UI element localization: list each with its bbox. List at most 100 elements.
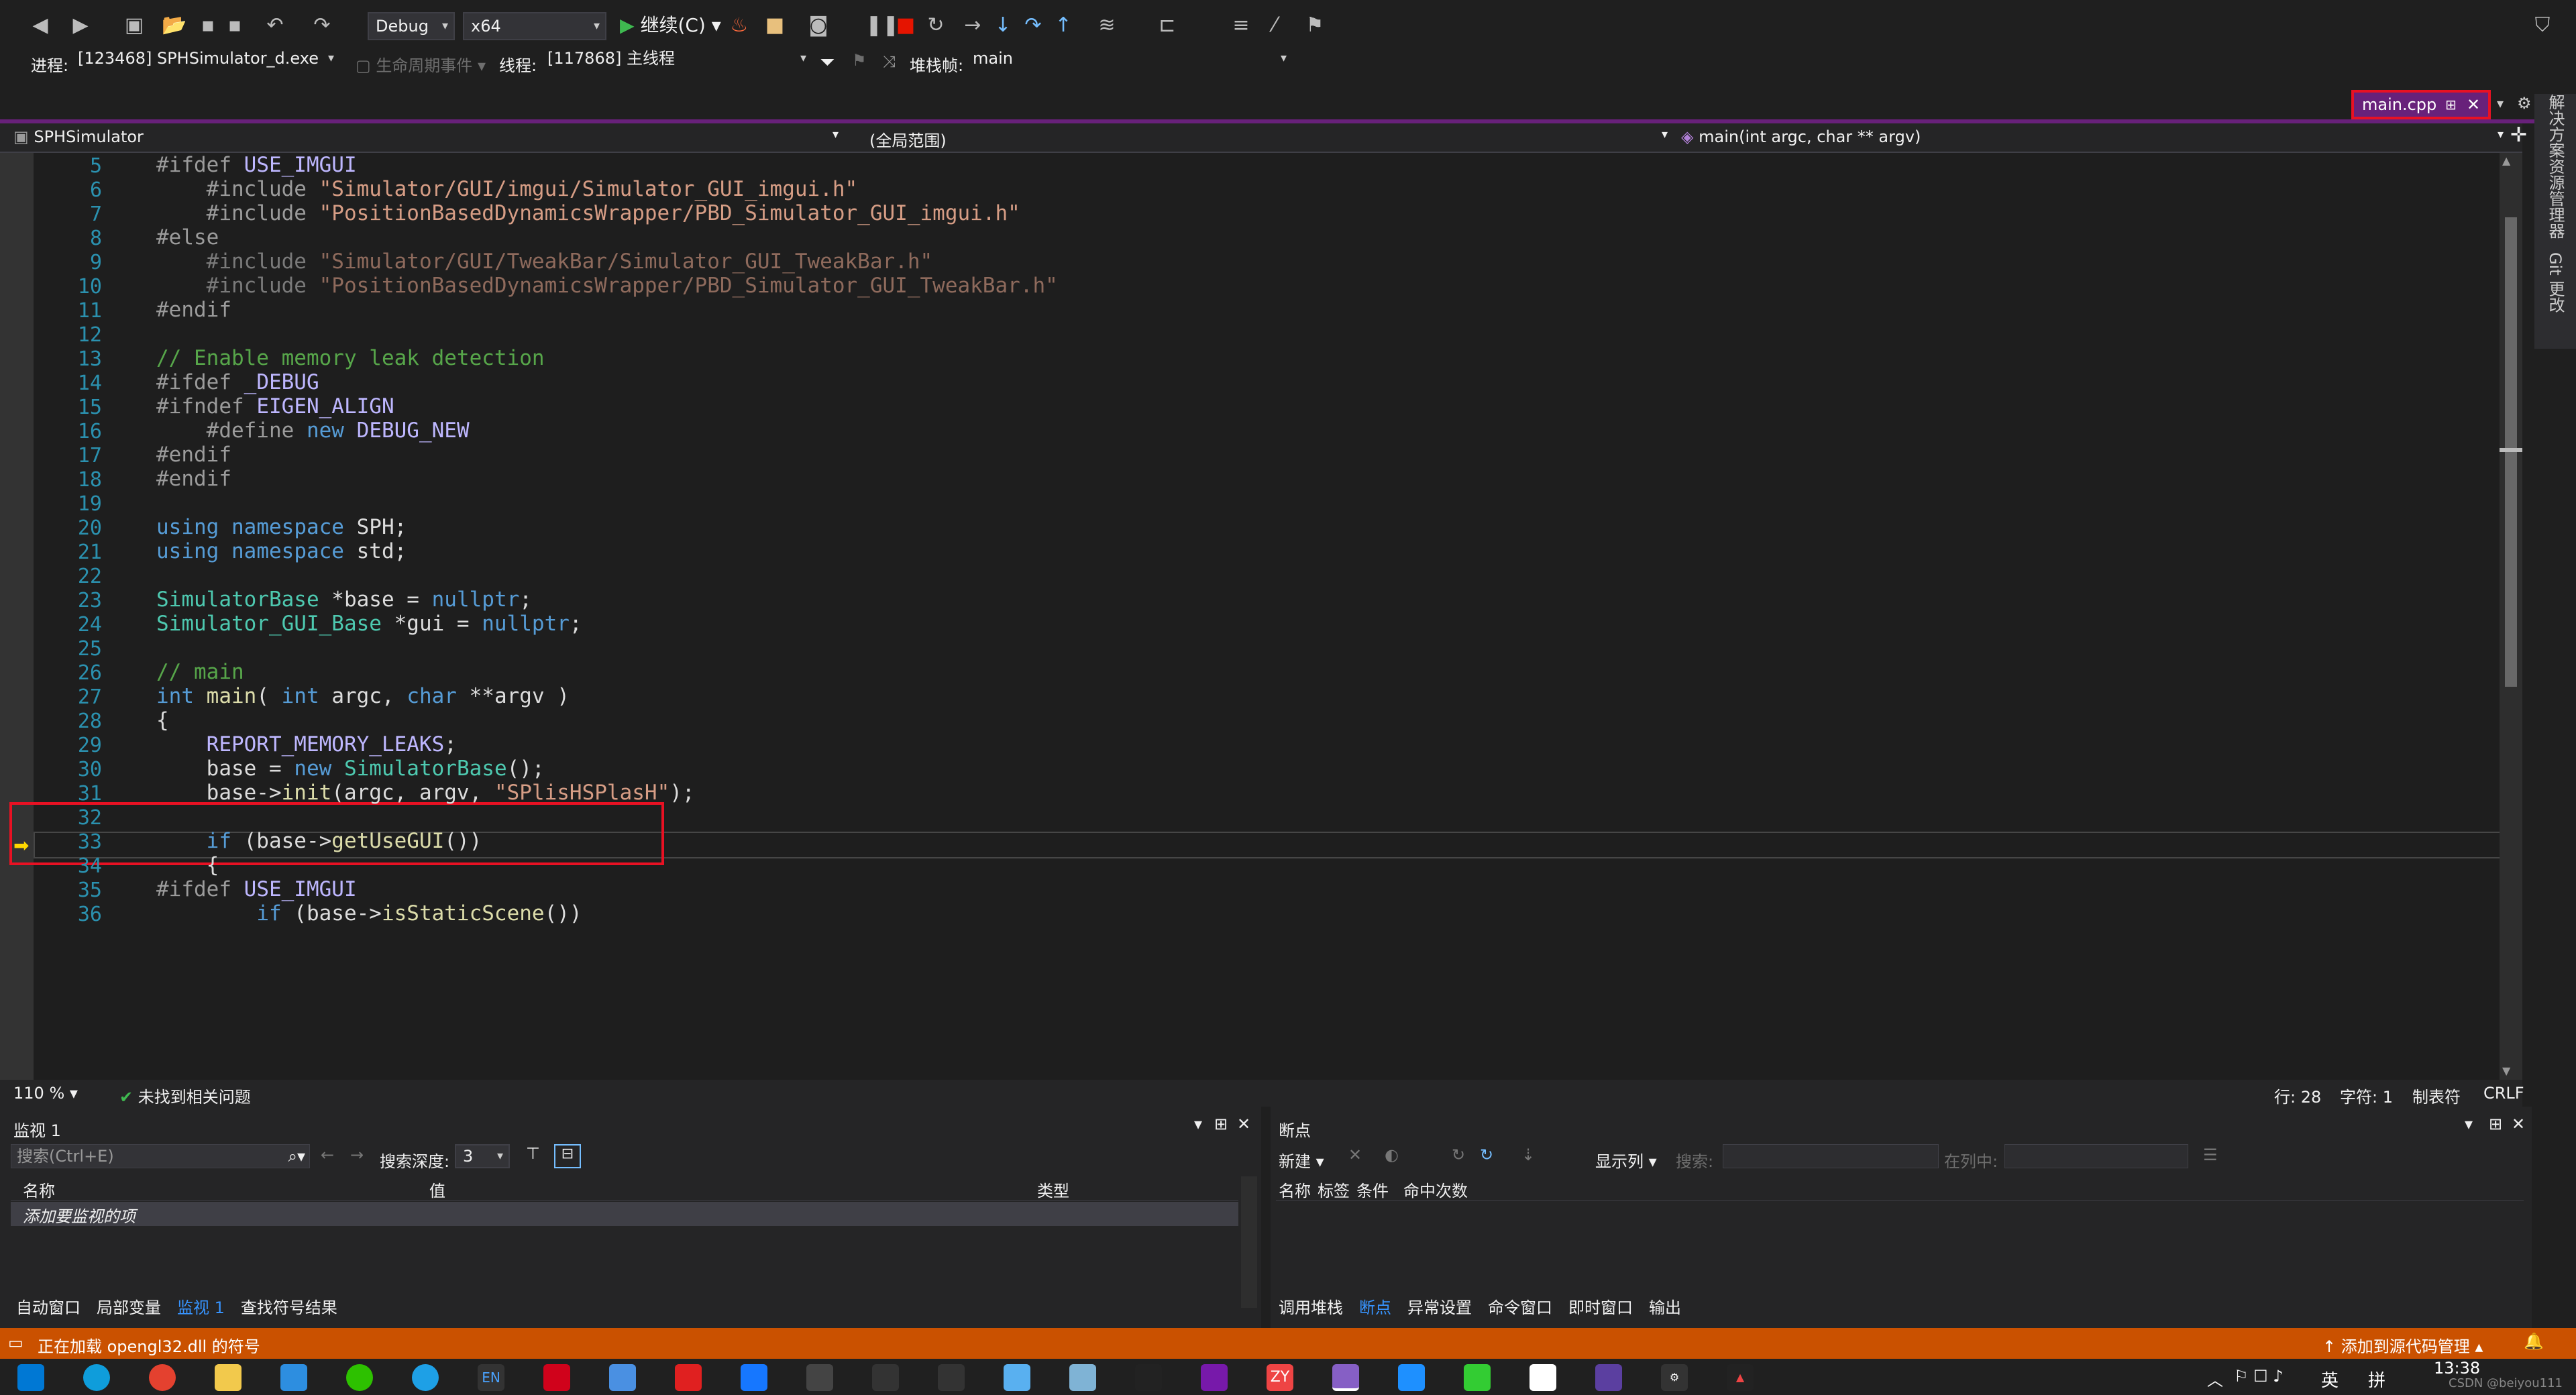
zy-app-icon[interactable]: ZY [1267,1364,1293,1391]
input-method[interactable]: 拼 [2368,1367,2385,1392]
code-line[interactable]: #include "Simulator/GUI/TweakBar/Simulat… [156,249,933,274]
settings-icon[interactable]: ⚙ [1661,1364,1688,1391]
live-share-icon[interactable]: ⛉ [2529,12,2556,39]
filter-icon[interactable]: ⏷ [820,51,835,74]
options-icon[interactable]: ☰ [2203,1146,2218,1164]
save-all-icon[interactable]: ▪ [221,12,248,39]
dictionary-icon[interactable] [609,1364,636,1391]
tab-list-chevron-icon[interactable]: ▾ [2497,95,2504,111]
show-next-statement-icon[interactable]: → [959,12,986,39]
indent-indicator[interactable]: 制表符 [2412,1084,2461,1107]
vs-app-icon[interactable] [1398,1364,1425,1391]
folder-icon[interactable]: ■ [761,12,788,39]
app-dark-icon[interactable] [1135,1364,1162,1391]
delete-icon[interactable]: ✕ [1348,1146,1362,1164]
go-to-icon[interactable]: ↻ [1480,1146,1493,1164]
input-language[interactable]: 英 [2321,1367,2339,1392]
vertical-scrollbar[interactable]: ▲ ▼ [2500,153,2522,1080]
close-icon[interactable]: ✕ [2467,93,2480,117]
column-name[interactable]: 名称 [1279,1178,1311,1201]
code-line[interactable]: // main [156,660,244,684]
star-app-icon[interactable] [741,1364,767,1391]
new-breakpoint-button[interactable]: 新建 ▾ [1279,1148,1324,1172]
restart-icon[interactable]: ↻ [922,12,949,39]
tray-icons[interactable]: ⚐ ☐ ♪ [2234,1367,2284,1386]
pin-icon[interactable]: ⊞ [1214,1115,1228,1133]
wechat-icon[interactable] [346,1364,373,1391]
youdao-icon[interactable] [675,1364,702,1391]
column-name[interactable]: 名称 [23,1178,55,1201]
project-dropdown[interactable]: ▣ SPHSimulator ▾ [13,127,839,146]
network-app-icon[interactable] [1004,1364,1030,1391]
code-line[interactable]: { [156,708,169,732]
vscode-icon[interactable] [280,1364,307,1391]
terminal-icon[interactable] [872,1364,899,1391]
code-line[interactable]: #ifdef USE_IMGUI [156,877,357,901]
source-control-button[interactable]: ↑ 添加到源代码管理 ▴ [2322,1333,2483,1357]
file-explorer-icon[interactable] [215,1364,241,1391]
lifecycle-events-button[interactable]: ▢ 生命周期事件 ▾ [356,52,486,76]
add-watch-row[interactable]: 添加要监视的项 [11,1202,1238,1226]
git-changes-tab[interactable]: Git 更改 [2544,252,2567,313]
visual-studio-icon[interactable] [1332,1364,1359,1391]
thread-dropdown[interactable]: [117868] 主线程 ▾ [541,46,812,74]
code-line[interactable]: REPORT_MEMORY_LEAKS; [156,732,457,757]
tab-find-symbol[interactable]: 查找符号结果 [241,1298,337,1317]
code-line[interactable]: if (base->getUseGUI()) [156,829,482,853]
tab-main-cpp[interactable]: main.cpp ⊞ ✕ [2351,90,2491,119]
code-line[interactable]: #include "Simulator/GUI/imgui/Simulator_… [156,177,858,201]
tray-chevron-icon[interactable]: ︿ [2207,1367,2223,1390]
comment-icon[interactable]: ⁄ [1261,12,1288,39]
breakpoints-search-input[interactable] [1723,1144,1939,1168]
split-icon[interactable]: ✛ [2510,123,2527,147]
clock-time[interactable]: 13:38 [2434,1359,2480,1378]
tab-call-stack[interactable]: 调用堆栈 [1279,1298,1343,1317]
solution-explorer-tab[interactable]: 解决方案资源管理器 [2544,94,2567,239]
app-purple-icon[interactable] [1595,1364,1622,1391]
tab-locals[interactable]: 局部变量 [97,1298,161,1317]
indent-icon[interactable]: ≡ [1228,12,1254,39]
in-column-dropdown[interactable] [2004,1144,2188,1168]
code-line[interactable]: SimulatorBase *base = nullptr; [156,588,532,612]
panel-menu-icon[interactable]: ▾ [2465,1115,2473,1133]
gear-icon[interactable]: ⚙ [2517,94,2532,113]
continue-button[interactable]: ▶ 继续(C) ▾ [620,11,721,38]
toggle-all-icon[interactable]: ◐ [1385,1146,1399,1164]
tab-watch-1[interactable]: 监视 1 [177,1298,225,1317]
back-icon[interactable]: ◀ [27,12,54,39]
hot-reload-icon[interactable]: ♨ [726,12,753,39]
step-over-icon[interactable]: ↷ [1020,12,1046,39]
code-line[interactable]: base->init(argc, argv, "SPlisHSPlasH"); [156,781,695,805]
process-dropdown[interactable]: [123468] SPHSimulator_d.exe ▾ [71,46,339,74]
code-line[interactable]: int main( int argc, char **argv ) [156,684,570,708]
code-line[interactable]: base = new SimulatorBase(); [156,757,545,781]
config-dropdown[interactable]: Debug ▾ [368,12,455,40]
eol-indicator[interactable]: CRLF [2483,1084,2524,1103]
tab-autos[interactable]: 自动窗口 [16,1298,80,1317]
align-icon[interactable]: ⊏ [1154,12,1181,39]
code-line[interactable]: #ifdef USE_IMGUI [156,153,357,177]
flag-icon[interactable]: ⚑ [852,51,867,70]
onenote-icon[interactable] [1201,1364,1228,1391]
close-icon[interactable]: ✕ [1237,1115,1250,1133]
tab-command-window[interactable]: 命令窗口 [1488,1298,1552,1317]
notes-icon[interactable] [1069,1364,1096,1391]
depth-dropdown[interactable]: 3 ▾ [455,1144,510,1168]
windows-start-icon[interactable] [17,1364,44,1391]
tab-breakpoints[interactable]: 断点 [1359,1298,1391,1317]
code-line[interactable]: using namespace std; [156,539,407,563]
code-line[interactable]: if (base->isStaticScene()) [156,901,582,926]
pin-watch-icon[interactable]: ⊤ [526,1144,540,1163]
bookmark-icon[interactable]: ⚑ [1301,12,1328,39]
code-line[interactable]: Simulator_GUI_Base *gui = nullptr; [156,612,582,636]
refresh-icon[interactable]: ↻ [1452,1146,1465,1164]
pin-icon[interactable]: ⊞ [2489,1115,2502,1133]
code-line[interactable]: #endif [156,298,231,322]
stack-frame-dropdown[interactable]: main ▾ [966,46,1292,74]
en-dictionary-icon[interactable]: EN [478,1364,504,1391]
hex-toggle-icon[interactable]: ⊟ [554,1144,581,1168]
code-line[interactable]: #ifndef EIGEN_ALIGN [156,394,394,418]
close-icon[interactable]: ✕ [2512,1115,2525,1133]
calculator-icon[interactable] [806,1364,833,1391]
panel-menu-icon[interactable]: ▾ [1194,1115,1202,1133]
